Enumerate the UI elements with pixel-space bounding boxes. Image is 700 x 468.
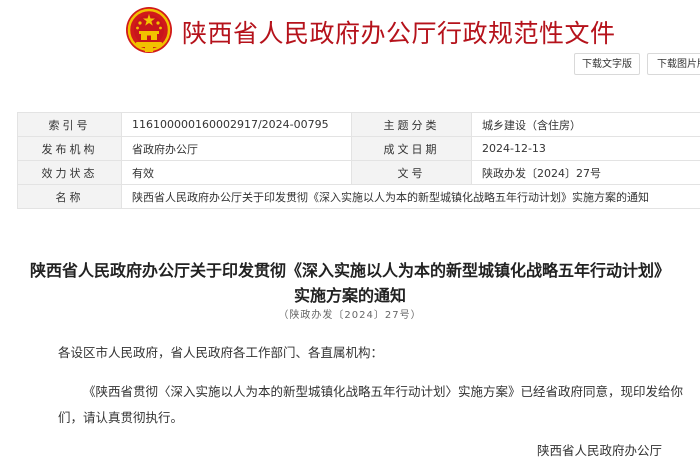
body-paragraph: 《陕西省贯彻〈深入实施以人为本的新型城镇化战略五年行动计划〉实施方案》已经省政府…: [58, 384, 684, 425]
metadata-row: 名称 陕西省人民政府办公厅关于印发贯彻《深入实施以人为本的新型城镇化战略五年行动…: [17, 184, 700, 209]
docno-label: 文号: [351, 160, 472, 185]
document-title: 陕西省人民政府办公厅关于印发贯彻《深入实施以人为本的新型城镇化战略五年行动计划》…: [0, 258, 700, 308]
status-label: 效力状态: [17, 160, 122, 185]
issuer-value: 省政府办公厅: [121, 136, 352, 161]
document-title-line2: 实施方案的通知: [293, 286, 406, 305]
topic-label: 主题分类: [351, 112, 472, 137]
index-value: 116100000160002917/2024-00795: [121, 112, 352, 137]
docno-value: 陕政办发〔2024〕27号: [471, 160, 700, 185]
index-label: 索引号: [17, 112, 122, 137]
site-title: 陕西省人民政府办公厅行政规范性文件: [182, 19, 616, 48]
national-emblem-icon: [126, 7, 172, 53]
document-title-line1: 陕西省人民政府办公厅关于印发贯彻《深入实施以人为本的新型城镇化战略五年行动计划》: [29, 261, 670, 280]
metadata-row: 效力状态 有效 文号 陕政办发〔2024〕27号: [17, 160, 700, 185]
document-number: （陕政办发〔2024〕27号）: [278, 310, 422, 321]
date-label: 成文日期: [351, 136, 472, 161]
metadata-row: 发布机构 省政府办公厅 成文日期 2024-12-13: [17, 136, 700, 161]
salutation: 各设区市人民政府，省人民政府各工作部门、各直属机构：: [58, 345, 384, 360]
download-text-version-button[interactable]: 下载文字版: [574, 53, 640, 75]
document-metadata-table: 索引号 116100000160002917/2024-00795 主题分类 城…: [17, 112, 700, 209]
metadata-row: 索引号 116100000160002917/2024-00795 主题分类 城…: [17, 112, 700, 137]
date-value: 2024-12-13: [471, 136, 700, 161]
signature: 陕西省人民政府办公厅: [537, 443, 663, 458]
name-label: 名称: [17, 184, 122, 209]
download-image-version-button[interactable]: 下载图片版: [647, 53, 700, 75]
issuer-label: 发布机构: [17, 136, 122, 161]
status-value: 有效: [121, 160, 352, 185]
topic-value: 城乡建设（含住房）: [471, 112, 700, 137]
page-header: 陕西省人民政府办公厅行政规范性文件 下载文字版 下载图片版: [0, 0, 700, 82]
name-value: 陕西省人民政府办公厅关于印发贯彻《深入实施以人为本的新型城镇化战略五年行动计划》…: [121, 184, 700, 209]
